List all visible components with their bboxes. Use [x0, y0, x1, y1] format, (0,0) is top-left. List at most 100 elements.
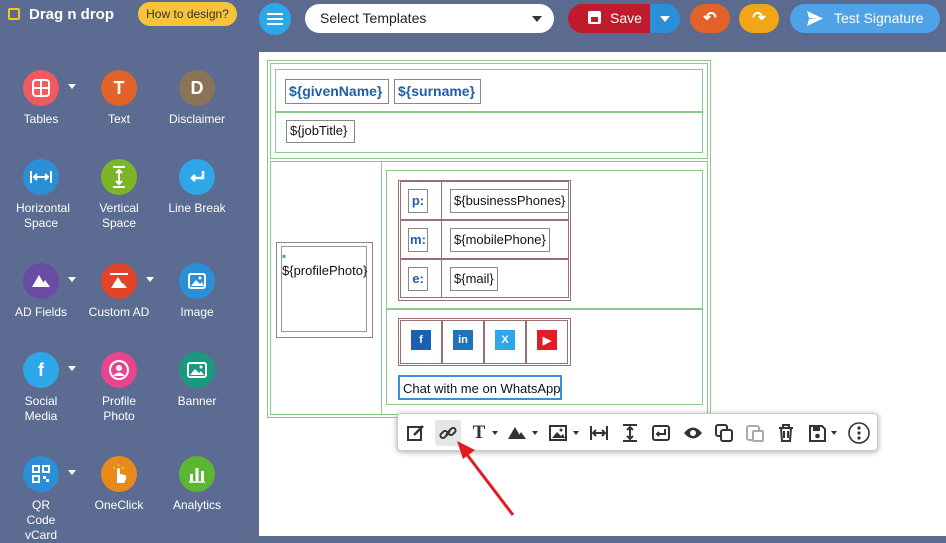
broken-image-icon: ▪ [282, 249, 287, 263]
tool-label: Banner [177, 394, 217, 408]
tool-disclaimer[interactable]: D Disclaimer [158, 70, 236, 127]
horizontal-space-button[interactable] [588, 422, 610, 444]
tool-label: Tables [23, 112, 59, 126]
send-icon [807, 11, 823, 26]
image-button[interactable] [547, 422, 569, 444]
tool-label: AD Fields [14, 305, 67, 319]
hamburger-icon [267, 18, 283, 20]
tool-label: OneClick [94, 498, 144, 512]
caret-down-icon[interactable] [68, 366, 76, 371]
image-icon [549, 425, 567, 441]
caret-down-icon [573, 431, 579, 435]
copy-icon [715, 424, 733, 442]
tool-banner[interactable]: Banner [158, 352, 236, 409]
test-signature-button[interactable]: Test Signature [790, 4, 940, 33]
cell-divider [441, 259, 442, 298]
tool-label: Vertical Space [99, 201, 139, 230]
linkedin-icon[interactable]: in [453, 330, 473, 350]
tool-image[interactable]: Image [158, 263, 236, 320]
design-canvas[interactable]: ${givenName} ${surname} ${jobTitle} ${pr… [259, 52, 946, 536]
profile-photo-alt-text: ${profilePhoto} [282, 263, 368, 278]
floppy-disk-icon [588, 11, 601, 24]
text-icon: T [101, 70, 137, 106]
redo-button[interactable]: ↷ [739, 4, 779, 33]
tool-horizontal-space[interactable]: Horizontal Space [2, 159, 80, 231]
tool-analytics[interactable]: Analytics [158, 456, 236, 513]
undo-button[interactable]: ↶ [690, 4, 730, 33]
contact-label: e: [408, 267, 428, 291]
save-dropdown-button[interactable] [650, 4, 680, 33]
facebook-icon[interactable]: f [411, 330, 431, 350]
tool-label: Custom AD [88, 305, 150, 319]
caret-down-icon [831, 431, 837, 435]
caret-down-icon[interactable] [68, 470, 76, 475]
paste-icon [746, 425, 764, 442]
surname-field[interactable]: ${surname} [394, 79, 481, 104]
tool-text[interactable]: T Text [80, 70, 158, 127]
tool-vertical-space[interactable]: Vertical Space [80, 159, 158, 231]
caret-down-icon [492, 431, 498, 435]
tool-custom-ad[interactable]: Custom AD [80, 263, 158, 320]
template-select-value: Select Templates [320, 10, 427, 26]
contact-label: m: [408, 228, 428, 252]
oneclick-icon [101, 456, 137, 492]
vertical-space-button[interactable] [619, 422, 641, 444]
caret-down-icon[interactable] [68, 84, 76, 89]
tool-label: QR Code vCard [24, 498, 57, 542]
tool-profile-photo[interactable]: Profile Photo [80, 352, 158, 424]
template-select[interactable]: Select Templates [305, 4, 554, 33]
whatsapp-chat-button[interactable]: Chat with me on WhatsApp [398, 375, 562, 400]
tool-label: Profile Photo [101, 394, 136, 423]
ad-fields-icon [23, 263, 59, 299]
tool-qr-code[interactable]: QR Code vCard [2, 456, 80, 543]
tool-label: Text [107, 112, 130, 126]
contact-label: p: [408, 189, 428, 213]
tool-oneclick[interactable]: OneClick [80, 456, 158, 513]
preview-button[interactable] [682, 422, 704, 444]
paste-button[interactable] [744, 422, 766, 444]
tool-label: Analytics [172, 498, 222, 512]
more-options-button[interactable] [848, 422, 870, 444]
job-title-field[interactable]: ${jobTitle} [286, 120, 355, 143]
twitter-icon[interactable]: X [495, 330, 515, 350]
contact-value[interactable]: ${businessPhones} [450, 189, 570, 213]
duplicate-button[interactable] [713, 422, 735, 444]
save-block-button[interactable] [806, 422, 828, 444]
edit-button[interactable] [405, 422, 427, 444]
table-icon [23, 70, 59, 106]
menu-button[interactable] [259, 3, 291, 35]
tool-label: Social Media [24, 394, 58, 423]
youtube-icon[interactable]: ▶ [537, 330, 557, 350]
tool-label: Image [180, 305, 214, 319]
caret-down-icon[interactable] [68, 277, 76, 282]
tool-social-media[interactable]: f Social Media [2, 352, 80, 424]
image-icon [179, 263, 215, 299]
analytics-icon [179, 456, 215, 492]
sidebar: Drag n drop How to design? Tables T Text D D… [0, 0, 247, 542]
more-vertical-icon [848, 422, 870, 444]
horizontal-space-icon [590, 426, 608, 440]
given-name-field[interactable]: ${givenName} [285, 79, 389, 104]
delete-button[interactable] [775, 422, 797, 444]
how-to-design-button[interactable]: How to design? [138, 2, 237, 26]
tool-line-break[interactable]: Line Break [158, 159, 236, 216]
tool-table[interactable]: Tables [2, 70, 80, 127]
save-label: Save [610, 10, 642, 26]
line-break-button[interactable] [650, 422, 672, 444]
caret-down-icon[interactable] [146, 277, 154, 282]
undo-icon: ↶ [703, 10, 717, 27]
vertical-space-icon [623, 424, 637, 442]
floppy-disk-icon [808, 424, 826, 442]
profile-photo[interactable]: ${profilePhoto} ▪ [276, 242, 373, 338]
qr-code-icon [23, 456, 59, 492]
save-button[interactable]: Save [568, 4, 650, 33]
cell-divider [441, 220, 442, 259]
tool-ad-fields[interactable]: AD Fields [2, 263, 80, 320]
contact-value[interactable]: ${mail} [450, 267, 498, 291]
trash-icon [779, 424, 793, 442]
contact-value[interactable]: ${mobilePhone} [450, 228, 550, 252]
eye-icon [684, 427, 702, 439]
line-break-icon [652, 425, 670, 441]
disclaimer-icon: D [179, 70, 215, 106]
social-media-icon: f [23, 352, 59, 388]
